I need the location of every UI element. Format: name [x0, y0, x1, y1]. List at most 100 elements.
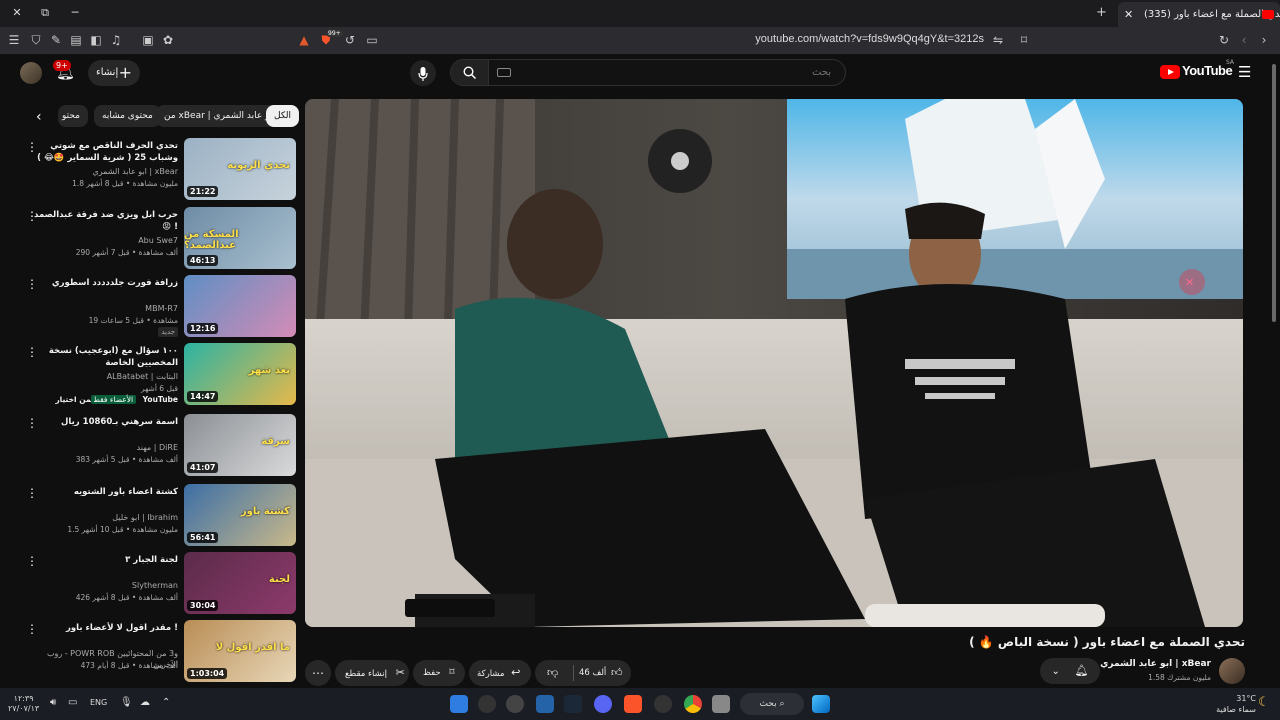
video-thumbnail[interactable]: كشتة باور 56:41 — [184, 484, 296, 546]
cloud-tray-icon[interactable]: ☁ — [140, 697, 150, 708]
settings-gear-icon[interactable] — [654, 695, 672, 713]
recommendation-title[interactable]: اسمة سرهني بـ10860 ريال — [32, 416, 178, 428]
recommendation-channel[interactable]: Slytherman — [32, 580, 178, 591]
recommendation-item[interactable]: ⋮ لجنة 30:04 لجنة الجبار ٣ Slytherman 426 ألف… — [26, 552, 296, 616]
recommendation-item[interactable]: ⋮ تحدي الزبونه 21:22 تحدي الحرف الناقص مع ش… — [26, 138, 296, 202]
shield-app-icon[interactable] — [536, 695, 554, 713]
guide-menu-icon[interactable]: ☰ — [1238, 63, 1251, 81]
dislike-icon[interactable]: 👎︎ — [547, 666, 558, 679]
bookmark-icon[interactable]: ⌑ — [1016, 32, 1032, 48]
volume-icon[interactable]: 🔊︎ — [50, 697, 56, 708]
chip-similar[interactable]: محتوى مشابه — [94, 105, 161, 127]
weather-widget[interactable]: 31°C سماء صافية — [1196, 693, 1256, 715]
recommendation-item[interactable]: ⋮ 12:16 زرافة فورت جلددددد اسطوري MBM-R7 19 … — [26, 275, 296, 339]
video-thumbnail[interactable]: سرقة 41:07 — [184, 414, 296, 476]
recommendation-title[interactable]: حرب ابل ويزي ضد فرقة عبدالصمد 😡 ! — [32, 209, 178, 233]
minimize-window-button[interactable]: ─ — [66, 5, 84, 21]
voice-search-button[interactable] — [410, 60, 436, 86]
recommendation-title[interactable]: مقدر اقول لا لأعضاء باور ! — [32, 622, 178, 634]
channel-name[interactable]: ابو عابد الشمري | xBear — [1100, 659, 1211, 669]
page-scrollbar[interactable] — [1272, 64, 1276, 322]
reload-icon[interactable]: ↻ — [1216, 32, 1232, 48]
recommendation-title[interactable]: كشتة اعضاء باور الشتويه — [32, 486, 178, 498]
share-button[interactable]: مشاركة ↩ — [469, 660, 531, 686]
xbox-icon[interactable] — [506, 695, 524, 713]
share-icon[interactable]: ↺ — [342, 32, 358, 48]
brave-rewards-icon[interactable]: ▲ — [296, 32, 312, 48]
task-view-icon[interactable] — [712, 695, 730, 713]
close-window-button[interactable]: ✕ — [8, 5, 26, 21]
language-indicator[interactable]: ENG — [90, 698, 107, 707]
chevron-left-icon[interactable]: ‹ — [36, 109, 42, 125]
app-icon-1[interactable] — [450, 695, 468, 713]
recommendation-title[interactable]: ١٠٠ سؤال مع (ابوعجيب) نسخة المخصيين الخا… — [32, 345, 178, 369]
new-tab-button[interactable]: + — [1096, 5, 1107, 20]
like-divider — [573, 665, 574, 681]
recommendation-channel[interactable]: Abu Swe7 — [32, 235, 178, 246]
search-button[interactable] — [451, 60, 489, 85]
recommendation-channel[interactable]: MBM-R7 — [32, 303, 178, 314]
chip-channel[interactable]: من xBear | ابو عابد الشمري — [156, 105, 283, 127]
channel-avatar[interactable] — [1219, 658, 1245, 684]
extension-icon[interactable]: ✎ — [48, 32, 64, 48]
sidebar-icon[interactable]: ◧ — [88, 32, 104, 48]
tune-icon[interactable]: ⇋ — [990, 32, 1006, 48]
save-button[interactable]: حفظ ⌑ — [413, 660, 465, 686]
recommendation-title[interactable]: لجنة الجبار ٣ — [32, 554, 178, 566]
chevron-up-icon[interactable]: ⌃ — [162, 697, 170, 708]
restore-window-button[interactable]: ⧉ — [36, 5, 54, 21]
subscribe-bell-button[interactable]: ⌄ 🔔︎ — [1040, 658, 1100, 684]
chip-all[interactable]: الكل — [266, 105, 300, 127]
cast-icon[interactable]: ▭ — [364, 32, 380, 48]
steam-icon[interactable] — [564, 695, 582, 713]
music-icon[interactable]: ♫ — [108, 32, 124, 48]
recommendation-item[interactable]: ⋮ بعد شهر 14:47 ١٠٠ سؤال مع (ابوعجيب) نسخة … — [26, 343, 296, 407]
recommendation-meta: 19 مشاهدة • قبل 5 ساعات — [88, 316, 178, 325]
wallet-icon[interactable]: ▤ — [68, 32, 84, 48]
network-icon[interactable]: ▭ — [68, 697, 77, 708]
brave-icon[interactable] — [624, 695, 642, 713]
menu-icon[interactable]: ☰ — [6, 32, 22, 48]
mic-tray-icon[interactable]: 🎙︎ — [120, 697, 133, 708]
video-thumbnail[interactable]: ما اقدر اقول لا 1:03:04 — [184, 620, 296, 682]
recommendation-channel[interactable]: ALBatabet | البتابت — [32, 371, 178, 382]
recommendation-item[interactable]: ⋮ المسكة من عبدالصمد؟ 46:13 حرب ابل ويزي ضد… — [26, 207, 296, 271]
create-button[interactable]: إنشاء + — [88, 60, 140, 86]
app-icon-2[interactable] — [478, 695, 496, 713]
bell-icon: 🔔︎ — [1074, 664, 1089, 677]
forward-icon[interactable]: ‹ — [1236, 32, 1252, 48]
like-icon[interactable]: 👍︎ — [611, 660, 623, 686]
video-thumbnail[interactable]: المسكة من عبدالصمد؟ 46:13 — [184, 207, 296, 269]
discord-icon[interactable] — [594, 695, 612, 713]
active-tab[interactable]: ✕ (335) تحدي الصملة مع اعضاء باور — [1118, 2, 1280, 27]
puzzle-icon[interactable]: ✿ — [160, 32, 176, 48]
shield-icon[interactable]: ⛉ — [28, 32, 44, 48]
recommendation-channel[interactable]: مهند | DiRE — [32, 442, 178, 453]
video-thumbnail[interactable]: لجنة 30:04 — [184, 552, 296, 614]
recommendation-item[interactable]: ⋮ سرقة 41:07 اسمة سرهني بـ10860 ريال مهند | … — [26, 414, 296, 478]
duration-badge: 41:07 — [187, 462, 219, 473]
url-text[interactable]: youtube.com/watch?v=fds9w9Qq4gY&t=3212s — [720, 33, 984, 45]
more-actions-icon[interactable]: ⋯ — [305, 660, 331, 686]
tab-close-icon[interactable]: ✕ — [1124, 2, 1133, 27]
screenshot-icon[interactable]: ▣ — [140, 32, 156, 48]
taskbar-search[interactable]: بحث ⌕ — [740, 693, 804, 715]
video-thumbnail[interactable]: تحدي الزبونه 21:22 — [184, 138, 296, 200]
chrome-icon[interactable] — [684, 695, 702, 713]
clock[interactable]: ١٢:٣٩ ٢٧/٠٧/١٣ — [8, 694, 39, 714]
account-avatar[interactable] — [20, 62, 42, 84]
recommendation-channel[interactable]: ابو خليل | Ibrahim — [32, 512, 178, 523]
chip-related[interactable]: محتو — [58, 105, 88, 127]
back-icon[interactable]: › — [1256, 32, 1272, 48]
recommendation-channel[interactable]: ابو عابد الشمري | xBear — [32, 166, 178, 177]
clip-button[interactable]: إنشاء مقطع ✂ — [335, 660, 409, 686]
recommendation-title[interactable]: زرافة فورت جلددددد اسطوري — [32, 277, 178, 289]
search-input[interactable] — [495, 60, 841, 85]
video-thumbnail[interactable]: 12:16 — [184, 275, 296, 337]
recommendation-item[interactable]: ⋮ كشتة باور 56:41 كشتة اعضاء باور الشتويه اب… — [26, 484, 296, 548]
video-thumbnail[interactable]: بعد شهر 14:47 — [184, 343, 296, 405]
recommendation-title[interactable]: تحدي الحرف الناقص مع شوتي وشباب 25 ( شري… — [32, 140, 178, 164]
windows-start-icon[interactable] — [812, 695, 830, 713]
recommendation-item[interactable]: ⋮ ما اقدر اقول لا 1:03:04 مقدر اقول لا لأعض… — [26, 620, 296, 684]
video-player[interactable]: ✕ — [305, 99, 1243, 627]
